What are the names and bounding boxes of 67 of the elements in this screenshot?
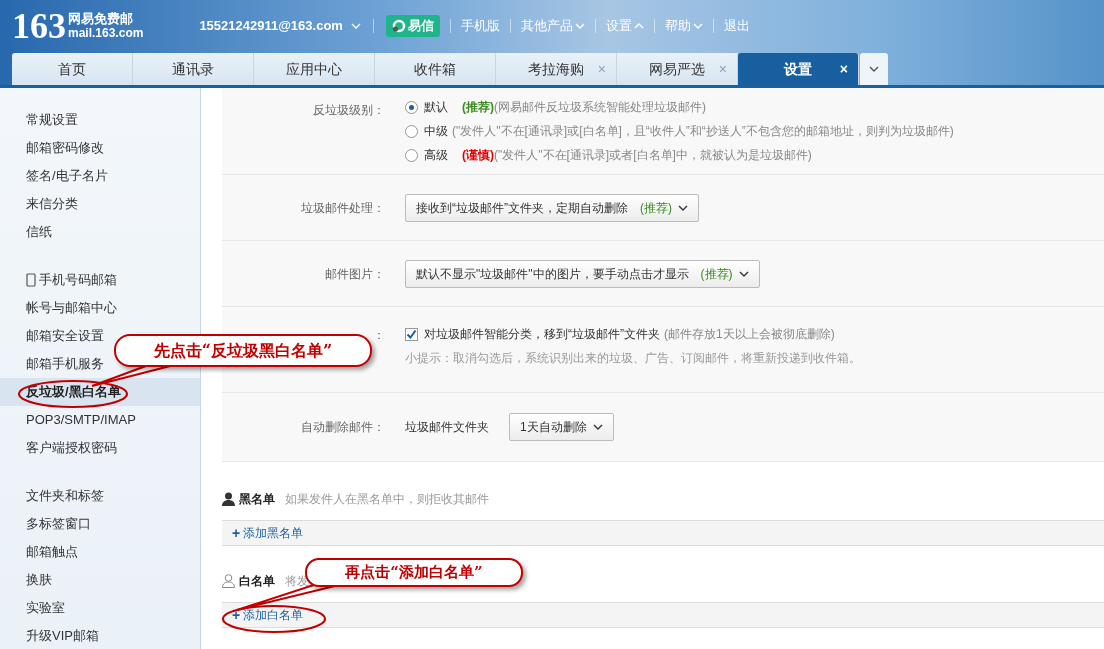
caret-icon: [592, 424, 603, 430]
tab[interactable]: 应用中心: [254, 53, 375, 85]
sidebar-item[interactable]: 反垃圾/黑白名单: [0, 378, 200, 406]
sidebar-item[interactable]: 换肤: [0, 566, 200, 594]
option-label: 默认: [424, 99, 448, 116]
add-link[interactable]: + 添加黑名单: [232, 522, 304, 544]
tab-menu-button[interactable]: [860, 53, 888, 85]
sidebar-item[interactable]: 升级VIP邮箱: [0, 622, 200, 649]
caret-icon: [738, 270, 749, 277]
tab[interactable]: 收件箱: [375, 53, 496, 85]
checkbox-label: 对垃圾邮件智能分类，移到“垃圾邮件”文件夹: [424, 326, 660, 343]
list-title: 黑名单: [239, 491, 275, 508]
option-description: ("发件人"不在[通讯录]或者[白名单]中，就被认为是垃圾邮件): [494, 147, 812, 164]
dropdown[interactable]: 默认不显示"垃圾邮件"中的图片，要手动点击才显示 (推荐): [405, 259, 760, 288]
close-icon[interactable]: ×: [839, 58, 848, 80]
list-title: 白名单: [239, 573, 275, 590]
person-icon: [222, 492, 235, 506]
tab[interactable]: 考拉海购 ×: [496, 53, 617, 85]
hint-text: 小提示：取消勾选后，系统识别出来的垃圾、广告、订阅邮件，将重新投递到收件箱。: [405, 350, 861, 367]
sidebar-item[interactable]: 手机号码邮箱: [0, 266, 200, 294]
option-description: ("发件人"不在[通讯录]或[白名单]，且“收件人”和“抄送人”不包含您的邮箱地址，则判为垃圾邮件): [452, 123, 954, 140]
logo-domain: mail.163.com: [68, 26, 144, 41]
sidebar-item[interactable]: 来信分类: [0, 190, 200, 218]
sidebar-item[interactable]: 帐号与邮箱中心: [0, 294, 200, 322]
dropdown[interactable]: 接收到“垃圾邮件”文件夹，定期自动删除 (推荐): [405, 193, 699, 222]
recommend-tag: (推荐): [640, 198, 672, 217]
tab[interactable]: 网易严选 ×: [617, 53, 738, 85]
option-tag: (推荐): [462, 98, 494, 116]
setting-label: 自动删除邮件：: [300, 419, 386, 436]
logo-number: 163: [12, 8, 66, 44]
option-label: 高级: [424, 147, 448, 164]
option-label: 中级: [424, 123, 448, 140]
person-icon: [222, 574, 235, 588]
list-description: 如果发件人在黑名单中，则拒收其邮件: [285, 491, 489, 508]
sidebar-item[interactable]: 多标签窗口: [0, 510, 200, 538]
tab[interactable]: 通讯录: [133, 53, 254, 85]
setting-label: 垃圾邮件处理：: [300, 199, 386, 217]
sidebar-item[interactable]: 邮箱触点: [0, 538, 200, 566]
sidebar-item[interactable]: 文件夹和标签: [0, 482, 200, 510]
sidebar-item[interactable]: 常规设置: [0, 106, 200, 134]
folder-label: 垃圾邮件文件夹: [405, 419, 489, 436]
tab[interactable]: 设置 ×: [738, 53, 859, 85]
chat-icon: [391, 19, 406, 33]
sidebar-item[interactable]: POP3/SMTP/IMAP: [0, 406, 200, 434]
setting-label: ：: [372, 327, 386, 344]
caret-icon: [350, 23, 361, 29]
setting-label: 邮件图片：: [324, 265, 386, 283]
radio-button[interactable]: [405, 124, 418, 138]
sidebar-item[interactable]: 签名/电子名片: [0, 162, 200, 190]
sidebar-item[interactable]: 实验室: [0, 594, 200, 622]
radio-button[interactable]: [405, 148, 418, 162]
dropdown[interactable]: 1天自动删除: [509, 413, 614, 441]
recommend-tag: (推荐): [700, 264, 733, 283]
caret-icon: [678, 204, 688, 211]
checkbox[interactable]: [405, 327, 418, 341]
sidebar-item[interactable]: 客户端授权密码: [0, 434, 200, 462]
radio-button[interactable]: [405, 100, 418, 114]
phone-icon: [26, 273, 36, 287]
logo-title: 网易免费邮: [68, 11, 134, 26]
checkbox-note: (邮件存放1天以上会被彻底删除): [664, 326, 835, 343]
option-description: (网易邮件反垃圾系统智能处理垃圾邮件): [494, 99, 706, 116]
sidebar-item[interactable]: 信纸: [0, 218, 200, 246]
caret-icon: [869, 66, 879, 72]
sidebar-item[interactable]: 邮箱密码修改: [0, 134, 200, 162]
tab[interactable]: 首页: [12, 53, 133, 85]
setting-label: 反垃圾级别：: [312, 102, 386, 119]
option-tag: (谨慎): [462, 146, 494, 164]
